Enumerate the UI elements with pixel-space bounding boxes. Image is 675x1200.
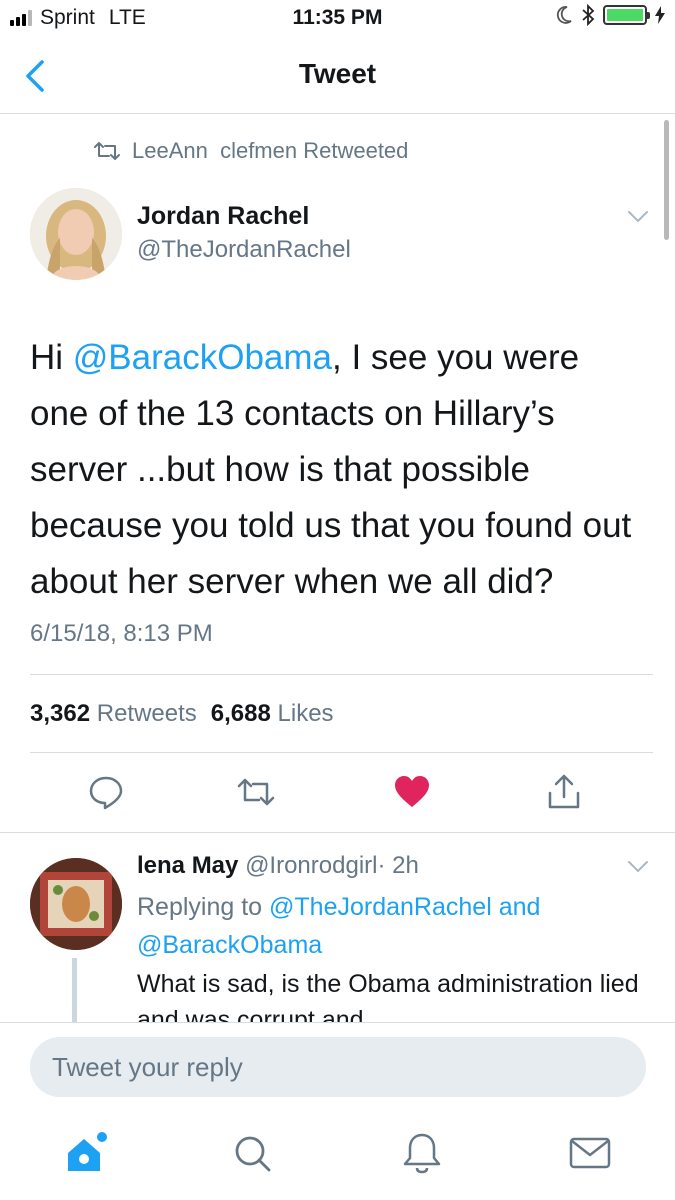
avatar-image xyxy=(30,188,122,280)
heart-icon xyxy=(395,776,429,807)
divider xyxy=(30,674,653,675)
battery-icon xyxy=(603,5,650,25)
chevron-down-icon[interactable] xyxy=(627,860,649,874)
replying-to: Replying to @TheJordanRachel and @BarackO… xyxy=(137,888,617,964)
nav-bar: Tweet xyxy=(0,38,675,114)
retweets-stat[interactable]: 3,362 Retweets xyxy=(30,700,197,728)
avatar[interactable] xyxy=(30,188,122,280)
retweet-icon xyxy=(94,142,120,160)
retweets-count: 3,362 xyxy=(30,700,91,727)
chevron-down-icon[interactable] xyxy=(627,210,649,224)
tweet-text-body: , I see you were one of the 13 contacts … xyxy=(30,338,632,601)
reply-header: lena May @Ironrodgirl· 2h xyxy=(137,852,419,880)
divider xyxy=(0,832,675,833)
tab-search[interactable] xyxy=(230,1131,274,1175)
share-button[interactable] xyxy=(544,770,584,814)
likes-label: Likes xyxy=(277,700,334,727)
tab-home[interactable] xyxy=(64,1131,108,1175)
tab-messages[interactable] xyxy=(568,1131,612,1175)
reply-button[interactable] xyxy=(86,770,126,814)
replying-label: Replying to xyxy=(137,893,263,921)
bluetooth-icon xyxy=(582,4,595,26)
reply-avatar-image xyxy=(30,858,122,950)
tweet-actions xyxy=(0,770,675,820)
page-title: Tweet xyxy=(298,58,377,89)
reply-text: What is sad, is the Obama administration… xyxy=(137,970,639,1022)
reply-author-handle[interactable]: @Ironrodgirl xyxy=(245,852,377,879)
envelope-icon xyxy=(569,1137,611,1169)
retweet-context-label: LeeAnn clefmen Retweeted xyxy=(132,138,409,163)
likes-stat[interactable]: 6,688 Likes xyxy=(211,700,334,728)
reply-composer-input[interactable]: Tweet your reply xyxy=(30,1037,646,1097)
status-right xyxy=(555,4,665,26)
speech-bubble-icon xyxy=(89,776,123,810)
retweet-context[interactable]: LeeAnn clefmen Retweeted xyxy=(92,138,408,164)
reply-avatar[interactable] xyxy=(30,858,122,950)
replying-mention[interactable]: @TheJordanRachel xyxy=(269,893,492,921)
divider xyxy=(30,752,653,753)
author-name[interactable]: Jordan Rachel xyxy=(137,202,309,231)
like-button[interactable] xyxy=(392,770,432,814)
reply-author-name[interactable]: lena May xyxy=(137,852,238,879)
replying-mention[interactable]: @BarackObama xyxy=(137,931,322,959)
status-bar: Sprint LTE 11:35 PM xyxy=(0,0,675,38)
tweet-mention[interactable]: @BarackObama xyxy=(73,338,332,377)
replying-and: and xyxy=(491,893,541,921)
tweet-timestamp: 6/15/18, 8:13 PM xyxy=(30,620,213,647)
home-icon xyxy=(68,1132,107,1171)
bottom-area: Tweet your reply xyxy=(0,1022,675,1200)
composer-placeholder: Tweet your reply xyxy=(52,1051,243,1082)
retweet-button[interactable] xyxy=(236,770,276,814)
charging-icon xyxy=(655,6,665,24)
tweet-text-prefix: Hi xyxy=(30,338,73,377)
tab-bar xyxy=(0,1123,675,1193)
reply-time: · 2h xyxy=(377,852,419,879)
scrollbar[interactable] xyxy=(664,120,669,240)
share-icon xyxy=(548,774,580,809)
moon-icon xyxy=(556,6,572,24)
tab-notifications[interactable] xyxy=(400,1131,444,1175)
author-handle[interactable]: @TheJordanRachel xyxy=(137,236,351,264)
search-icon xyxy=(235,1136,271,1172)
tweet-text: Hi @BarackObama, I see you were one of t… xyxy=(30,330,640,610)
retweets-label: Retweets xyxy=(96,700,197,727)
retweet-icon xyxy=(237,778,275,806)
bell-icon xyxy=(403,1133,441,1174)
tweet-stats: 3,362 Retweets 6,688 Likes xyxy=(30,700,334,728)
thread-line xyxy=(72,958,77,1022)
likes-count: 6,688 xyxy=(210,700,271,727)
